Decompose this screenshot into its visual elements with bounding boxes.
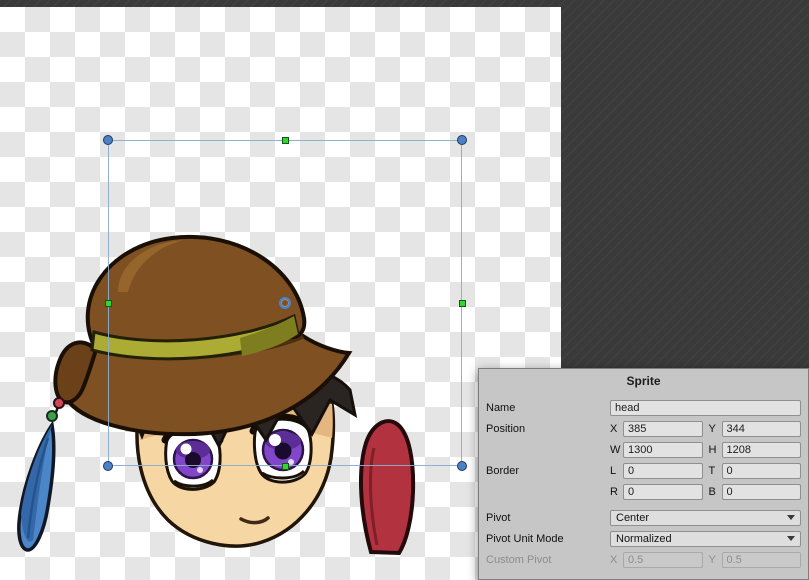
width-label: W bbox=[610, 444, 623, 456]
name-row: Name bbox=[486, 399, 801, 416]
selection-handle-top-left[interactable] bbox=[103, 135, 113, 145]
custom-pivot-x-input bbox=[623, 552, 703, 568]
position-y-input[interactable] bbox=[722, 421, 802, 437]
height-input[interactable] bbox=[722, 442, 802, 458]
border-l-input[interactable] bbox=[623, 463, 703, 479]
border-l-label: L bbox=[610, 465, 623, 477]
pivot-row: Pivot Center bbox=[486, 509, 801, 526]
custom-pivot-y-input bbox=[722, 552, 802, 568]
pivot-value: Center bbox=[616, 512, 649, 524]
border-b-input[interactable] bbox=[722, 484, 802, 500]
pivot-unit-mode-label: Pivot Unit Mode bbox=[486, 533, 610, 545]
sprite-editor-window: Sprite Name Position X Y bbox=[0, 0, 809, 580]
sprite-editor-canvas[interactable] bbox=[0, 7, 561, 580]
custom-pivot-x-label: X bbox=[610, 554, 623, 566]
pivot-label: Pivot bbox=[486, 512, 610, 524]
bead-green bbox=[47, 411, 57, 421]
height-label: H bbox=[709, 444, 722, 456]
name-label: Name bbox=[486, 402, 610, 414]
custom-pivot-row: Custom Pivot X Y bbox=[486, 551, 801, 568]
pivot-dropdown[interactable]: Center bbox=[610, 510, 801, 526]
selection-handle-bottom-right[interactable] bbox=[457, 461, 467, 471]
selection-handle-top-right[interactable] bbox=[457, 135, 467, 145]
panel-title: Sprite bbox=[479, 374, 808, 390]
border-r-label: R bbox=[610, 486, 623, 498]
position-y-label: Y bbox=[709, 423, 722, 435]
selection-handle-right-mid[interactable] bbox=[459, 300, 466, 307]
selection-handle-left-mid[interactable] bbox=[105, 300, 112, 307]
position-x-input[interactable] bbox=[623, 421, 703, 437]
custom-pivot-y-label: Y bbox=[709, 554, 722, 566]
custom-pivot-label: Custom Pivot bbox=[486, 554, 610, 566]
sprite-inspector-panel: Sprite Name Position X Y bbox=[478, 368, 809, 580]
border-t-label: T bbox=[709, 465, 722, 477]
name-input[interactable] bbox=[610, 400, 801, 416]
pivot-unit-mode-row: Pivot Unit Mode Normalized bbox=[486, 530, 801, 547]
selection-handle-top-mid[interactable] bbox=[282, 137, 289, 144]
pivot-unit-mode-dropdown[interactable]: Normalized bbox=[610, 531, 801, 547]
bead-red bbox=[54, 398, 64, 408]
chevron-down-icon bbox=[787, 515, 795, 520]
border-row-rb: R B bbox=[486, 483, 801, 500]
width-input[interactable] bbox=[623, 442, 703, 458]
selection-handle-bottom-mid[interactable] bbox=[282, 463, 289, 470]
pivot-unit-mode-value: Normalized bbox=[616, 533, 672, 545]
border-row-lt: Border L T bbox=[486, 462, 801, 479]
size-row: W H bbox=[486, 441, 801, 458]
selection-handle-bottom-left[interactable] bbox=[103, 461, 113, 471]
border-t-input[interactable] bbox=[722, 463, 802, 479]
chevron-down-icon bbox=[787, 536, 795, 541]
position-x-label: X bbox=[610, 423, 623, 435]
border-label: Border bbox=[486, 465, 610, 477]
border-b-label: B bbox=[709, 486, 722, 498]
position-label: Position bbox=[486, 423, 610, 435]
position-row: Position X Y bbox=[486, 420, 801, 437]
pivot-handle[interactable] bbox=[279, 297, 291, 309]
border-r-input[interactable] bbox=[623, 484, 703, 500]
